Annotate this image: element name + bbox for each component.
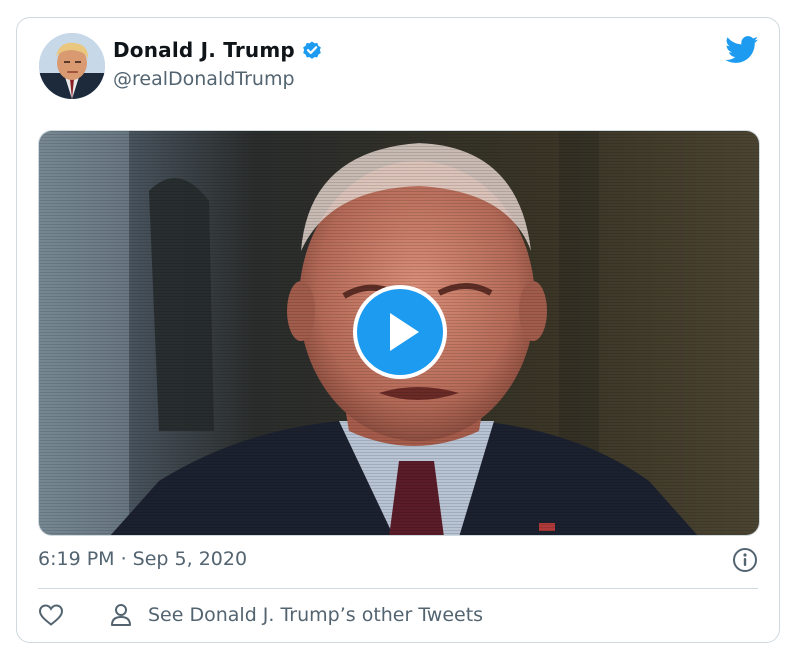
play-icon[interactable] — [353, 285, 447, 379]
avatar[interactable] — [39, 33, 105, 99]
tweet-actions: See Donald J. Trump’s other Tweets — [38, 603, 483, 627]
tweet-timestamp[interactable]: 6:19 PM · Sep 5, 2020 — [38, 548, 247, 570]
divider — [38, 588, 758, 589]
twitter-bird-icon[interactable] — [725, 36, 759, 64]
info-icon[interactable] — [732, 547, 758, 573]
author-name[interactable]: Donald J. Trump — [113, 38, 295, 62]
verified-badge-icon — [303, 41, 321, 59]
tweet-card[interactable]: Donald J. Trump @realDonaldTrump 6:19 PM… — [16, 17, 780, 643]
avatar-image — [39, 33, 105, 99]
person-icon — [111, 604, 131, 626]
author-handle[interactable]: @realDonaldTrump — [113, 68, 295, 90]
video-thumbnail[interactable] — [38, 130, 760, 536]
heart-icon[interactable] — [38, 603, 64, 627]
author-name-row[interactable]: Donald J. Trump — [113, 38, 323, 62]
other-tweets-link[interactable]: See Donald J. Trump’s other Tweets — [148, 604, 483, 626]
